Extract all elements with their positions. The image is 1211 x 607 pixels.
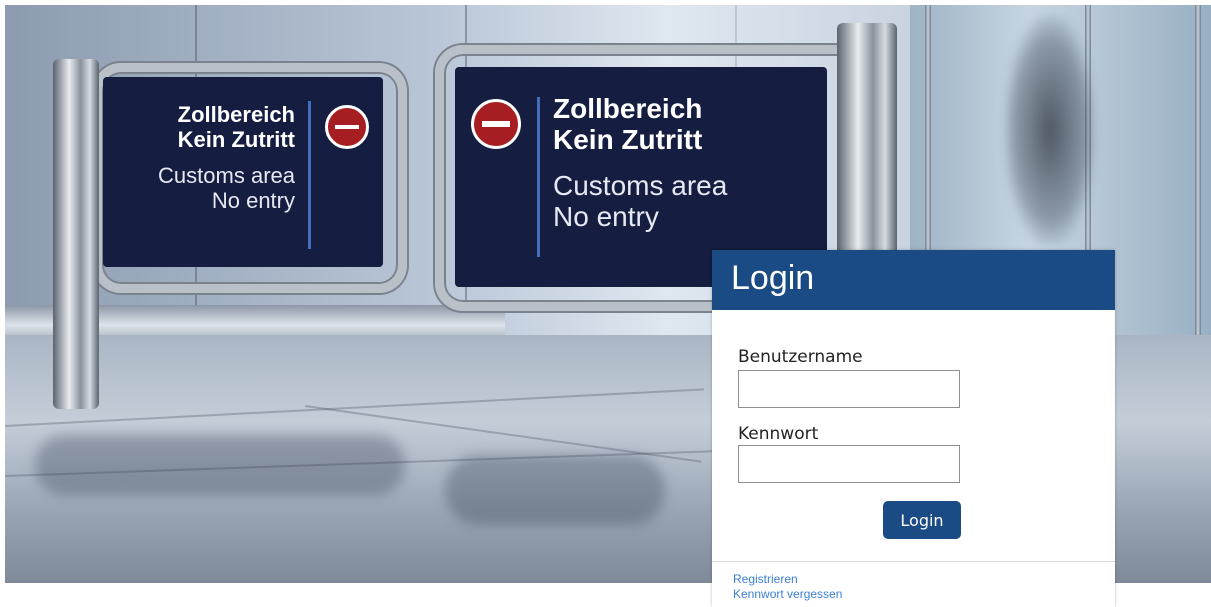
login-button[interactable]: Login — [883, 501, 961, 539]
sign-left-divider — [308, 101, 311, 249]
password-label: Kennwort — [738, 424, 819, 444]
sign-right-text: Zollbereich Kein Zutritt Customs area No… — [553, 93, 727, 232]
sign-right-en-line1: Customs area — [553, 169, 728, 201]
username-input[interactable] — [738, 370, 960, 408]
no-entry-icon — [471, 99, 521, 149]
sign-left-de-line2: Kein Zutritt — [177, 126, 295, 152]
no-entry-icon — [325, 105, 369, 149]
register-link[interactable]: Registrieren — [733, 572, 798, 586]
sign-right-divider — [537, 97, 540, 257]
floor-reflection — [35, 435, 405, 495]
sign-right-en-line2: No entry — [553, 201, 659, 233]
sign-left-text: Zollbereich Kein Zutritt Customs area No… — [158, 102, 295, 214]
blurred-person — [1005, 15, 1095, 245]
login-page: Zollbereich Kein Zutritt Customs area No… — [0, 0, 1211, 607]
gate-post-left — [53, 59, 99, 409]
sign-right-de-line1: Zollbereich — [553, 93, 703, 124]
password-input[interactable] — [738, 445, 960, 483]
login-panel: Login Benutzername Kennwort Login Regist… — [712, 250, 1115, 607]
username-label: Benutzername — [738, 347, 863, 367]
panel-divider — [712, 561, 1115, 562]
login-header: Login — [712, 250, 1115, 310]
sign-right-de-line2: Kein Zutritt — [553, 124, 703, 156]
sign-left-en-line1: Customs area — [158, 163, 295, 189]
login-title: Login — [731, 259, 815, 297]
gate-post-right — [837, 23, 897, 273]
sign-left: Zollbereich Kein Zutritt Customs area No… — [103, 77, 383, 267]
floor-reflection — [445, 455, 665, 525]
sign-left-de-line1: Zollbereich — [177, 102, 295, 127]
glass-mullion — [1195, 5, 1201, 385]
sign-left-en-line2: No entry — [211, 187, 295, 213]
forgot-password-link[interactable]: Kennwort vergessen — [733, 587, 842, 601]
